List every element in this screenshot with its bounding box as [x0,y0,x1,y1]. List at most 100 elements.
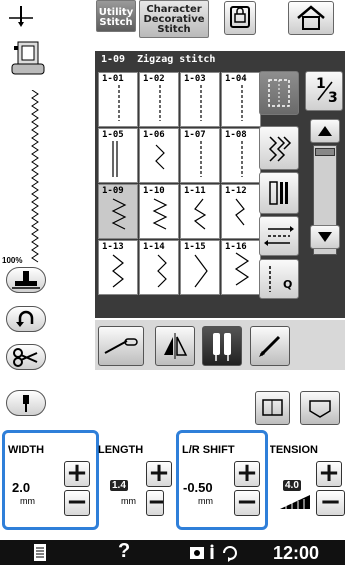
width-highlight [2,430,99,530]
straight-stitch-icon [269,266,271,292]
lock-button[interactable] [224,1,256,35]
status-bar: ? 12:00 [0,540,345,565]
tension-label: TENSION [270,444,318,456]
scissors-icon [13,348,38,367]
stitch-cell-1-16[interactable]: 1-16 [221,240,261,295]
pencil-icon [259,335,281,357]
stitch-pattern-icon [112,254,124,288]
stitch-cell-1-08[interactable]: 1-08 [221,128,261,183]
length-value: 1.4 [110,480,128,491]
thread-cutter-button[interactable] [6,344,46,370]
utility-stitch-tab[interactable]: Utility Stitch [96,0,136,32]
stitch-cell-1-10[interactable]: 1-10 [139,184,179,239]
pattern-title: 1-09 Zigzag stitch [101,54,216,65]
stitch-pattern-icon [200,85,202,121]
home-icon [297,5,325,30]
stitch-pattern-icon [112,141,118,177]
needle-threader-button[interactable] [98,326,144,366]
stitch-cell-1-02[interactable]: 1-02 [139,72,179,127]
zoom-label: 100% [2,256,23,265]
stitch-q-label: Q [283,278,293,291]
tension-level-icon [280,494,310,509]
arrow-down-icon [318,232,332,242]
twin-needle-mode-button[interactable] [202,326,242,366]
presser-foot-lift-button[interactable] [6,267,46,293]
stitch-pattern-icon [235,198,245,226]
clock: 12:00 [273,543,320,563]
auto-reverse-button[interactable] [259,216,299,256]
scroll-up-button[interactable] [310,119,340,143]
stitch-pattern-icon [155,144,165,170]
stitch-pattern-icon [194,254,208,288]
help-button[interactable]: ? [118,540,130,563]
double-needle-icon [213,333,231,361]
stitch-pattern-icon [200,141,202,177]
page-indicator: 1 3 [305,71,343,111]
needle-threading-icon [16,310,34,327]
scrollbar-thumb[interactable] [315,148,335,156]
needle-position-icon [3,4,35,28]
stitch-pattern-icon [193,198,207,230]
pocket-icon [309,400,331,418]
stitch-preview [28,89,42,265]
character-decorative-stitch-tab[interactable]: Character Decorative Stitch [139,0,209,38]
tension-decrease-button[interactable]: − [316,489,345,516]
fraction-slash [317,81,333,101]
length-decrease-button[interactable]: − [146,490,164,516]
page-total: 3 [328,90,338,106]
stitch-pattern-icon [234,252,250,286]
presser-foot-lift-icon [12,271,40,289]
stitch-pattern-icon [159,85,161,121]
edit-button[interactable] [250,326,290,366]
length-increase-button[interactable]: + [146,460,172,487]
tension-value: 4.0 [283,480,301,491]
tension-increase-button[interactable]: + [316,460,342,487]
auto-reverse-icon [264,226,294,246]
length-unit: mm [121,496,136,506]
pattern-view-icon [268,79,290,107]
reinforcement-stitch-icon [268,136,292,162]
stitch-selection-panel: 1-09 Zigzag stitch 1-01 1-02 1-03 1-04 1-05 1… [95,51,345,318]
lr-shift-highlight [176,430,268,530]
mirror-image-icon [164,333,188,359]
reinforcement-stitch-button[interactable] [259,126,299,170]
stitch-pattern-icon [111,198,127,230]
scroll-down-button[interactable] [310,225,340,249]
stitch-cell-1-05[interactable]: 1-05 [98,128,138,183]
thread-info-icon[interactable] [188,543,244,563]
home-button[interactable] [288,1,334,35]
stitch-q-button[interactable]: Q [259,259,299,299]
stitch-cell-1-07[interactable]: 1-07 [180,128,220,183]
stitch-cell-1-13[interactable]: 1-13 [98,240,138,295]
stitch-pattern-icon [241,141,243,177]
stitch-cell-1-03[interactable]: 1-03 [180,72,220,127]
stitch-pattern-icon [241,85,243,121]
stitch-pattern-icon [152,198,168,230]
book-icon [262,399,283,416]
needle-position-button[interactable] [6,390,46,416]
stitch-cell-1-06[interactable]: 1-06 [139,128,179,183]
stitch-cell-1-14[interactable]: 1-14 [139,240,179,295]
stitch-cell-1-09[interactable]: 1-09 [98,184,138,239]
needle-threading-button[interactable] [6,306,46,332]
stitch-cell-1-04[interactable]: 1-04 [221,72,261,127]
stitch-cell-1-12[interactable]: 1-12 [221,184,261,239]
twin-needle-button[interactable] [259,172,299,214]
memory-button[interactable] [255,391,290,425]
stitch-cell-1-11[interactable]: 1-11 [180,184,220,239]
length-label: LENGTH [98,444,144,456]
stitch-cell-1-01[interactable]: 1-01 [98,72,138,127]
needle-down-icon [23,395,29,412]
stitch-pattern-icon [157,254,167,288]
stitch-cell-1-15[interactable]: 1-15 [180,240,220,295]
save-pocket-button[interactable] [300,391,340,425]
presser-foot-icon [8,40,48,78]
manual-icon[interactable] [30,543,50,563]
lock-icon [230,6,250,28]
needle-threader-icon [104,338,138,354]
twin-needle-icon [269,181,288,205]
pattern-view-button[interactable] [259,71,299,115]
stitch-pattern-icon [118,85,120,121]
arrow-up-icon [318,126,332,136]
mirror-image-button[interactable] [155,326,195,366]
